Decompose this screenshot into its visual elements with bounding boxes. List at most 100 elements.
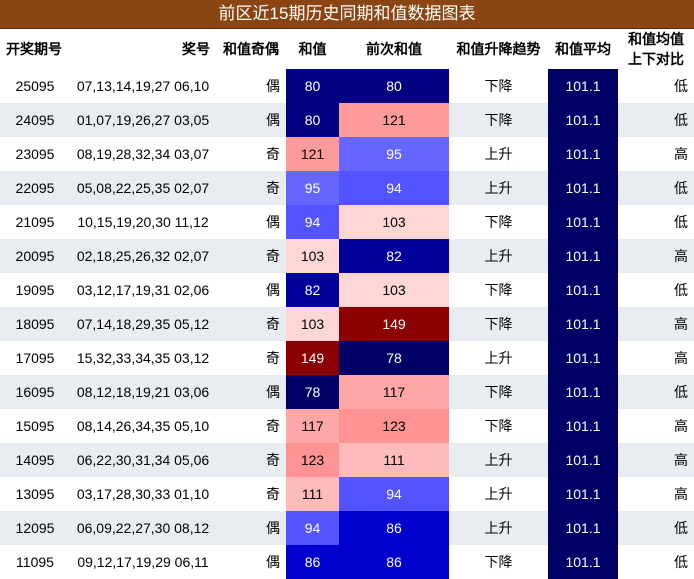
average-cell: 101.1	[548, 409, 618, 443]
header-issue: 开奖期号	[0, 29, 70, 69]
issue-cell: 14095	[0, 443, 70, 477]
prev-sum-cell: 103	[339, 205, 449, 239]
table-row: 22095 05,08,22,25,35 02,07 奇 95 94 上升 101.1 低	[0, 171, 694, 205]
parity-cell: 奇	[216, 341, 286, 375]
trend-cell: 上升	[449, 443, 548, 477]
parity-cell: 偶	[216, 205, 286, 239]
table-row: 16095 08,12,18,19,21 03,06 偶 78 117 下降 101.1 低	[0, 375, 694, 409]
parity-cell: 偶	[216, 69, 286, 103]
table-row: 24095 01,07,19,26,27 03,05 偶 80 121 下降 101.1 低	[0, 103, 694, 137]
compare-cell: 低	[618, 69, 694, 103]
average-cell: 101.1	[548, 171, 618, 205]
sum-cell: 149	[286, 341, 339, 375]
sum-cell: 103	[286, 307, 339, 341]
issue-cell: 18095	[0, 307, 70, 341]
table-row: 17095 15,32,33,34,35 03,12 奇 149 78 上升 101.1 高	[0, 341, 694, 375]
prev-sum-cell: 94	[339, 171, 449, 205]
sum-cell: 94	[286, 511, 339, 545]
sum-cell: 95	[286, 171, 339, 205]
parity-cell: 偶	[216, 103, 286, 137]
trend-cell: 上升	[449, 239, 548, 273]
compare-cell: 低	[618, 511, 694, 545]
parity-cell: 奇	[216, 307, 286, 341]
sum-cell: 80	[286, 69, 339, 103]
header-compare: 和值均值上下对比	[618, 29, 694, 69]
average-cell: 101.1	[548, 69, 618, 103]
compare-cell: 高	[618, 239, 694, 273]
compare-cell: 低	[618, 273, 694, 307]
sum-cell: 103	[286, 239, 339, 273]
table-row: 14095 06,22,30,31,34 05,06 奇 123 111 上升 101.1 高	[0, 443, 694, 477]
average-cell: 101.1	[548, 137, 618, 171]
numbers-cell: 03,12,17,19,31 02,06	[70, 273, 216, 307]
table-row: 15095 08,14,26,34,35 05,10 奇 117 123 下降 101.1 高	[0, 409, 694, 443]
table-row: 21095 10,15,19,20,30 11,12 偶 94 103 下降 101.1 低	[0, 205, 694, 239]
issue-cell: 23095	[0, 137, 70, 171]
parity-cell: 偶	[216, 375, 286, 409]
issue-cell: 12095	[0, 511, 70, 545]
issue-cell: 25095	[0, 69, 70, 103]
table-row: 13095 03,17,28,30,33 01,10 奇 111 94 上升 101.1 高	[0, 477, 694, 511]
trend-cell: 下降	[449, 273, 548, 307]
average-cell: 101.1	[548, 443, 618, 477]
compare-cell: 高	[618, 137, 694, 171]
header-prev-sum: 前次和值	[339, 29, 449, 69]
trend-cell: 上升	[449, 511, 548, 545]
issue-cell: 19095	[0, 273, 70, 307]
parity-cell: 奇	[216, 137, 286, 171]
prev-sum-cell: 86	[339, 511, 449, 545]
sum-cell: 121	[286, 137, 339, 171]
prev-sum-cell: 94	[339, 477, 449, 511]
average-cell: 101.1	[548, 341, 618, 375]
compare-cell: 高	[618, 409, 694, 443]
table-row: 20095 02,18,25,26,32 02,07 奇 103 82 上升 101.1 高	[0, 239, 694, 273]
compare-cell: 低	[618, 205, 694, 239]
compare-cell: 低	[618, 171, 694, 205]
prev-sum-cell: 103	[339, 273, 449, 307]
compare-cell: 高	[618, 341, 694, 375]
parity-cell: 偶	[216, 273, 286, 307]
issue-cell: 24095	[0, 103, 70, 137]
parity-cell: 奇	[216, 409, 286, 443]
sum-cell: 117	[286, 409, 339, 443]
numbers-cell: 07,14,18,29,35 05,12	[70, 307, 216, 341]
numbers-cell: 02,18,25,26,32 02,07	[70, 239, 216, 273]
average-cell: 101.1	[548, 205, 618, 239]
parity-cell: 奇	[216, 443, 286, 477]
compare-cell: 低	[618, 375, 694, 409]
prev-sum-cell: 82	[339, 239, 449, 273]
prev-sum-cell: 95	[339, 137, 449, 171]
numbers-cell: 08,12,18,19,21 03,06	[70, 375, 216, 409]
issue-cell: 17095	[0, 341, 70, 375]
compare-cell: 高	[618, 307, 694, 341]
parity-cell: 奇	[216, 477, 286, 511]
table-row: 23095 08,19,28,32,34 03,07 奇 121 95 上升 101.1 高	[0, 137, 694, 171]
prev-sum-cell: 149	[339, 307, 449, 341]
average-cell: 101.1	[548, 477, 618, 511]
numbers-cell: 15,32,33,34,35 03,12	[70, 341, 216, 375]
sum-cell: 82	[286, 273, 339, 307]
table-row: 25095 07,13,14,19,27 06,10 偶 80 80 下降 101.1 低	[0, 69, 694, 103]
table-row: 12095 06,09,22,27,30 08,12 偶 94 86 上升 101.1 低	[0, 511, 694, 545]
prev-sum-cell: 123	[339, 409, 449, 443]
numbers-cell: 06,09,22,27,30 08,12	[70, 511, 216, 545]
issue-cell: 21095	[0, 205, 70, 239]
table-row: 18095 07,14,18,29,35 05,12 奇 103 149 下降 101.1 高	[0, 307, 694, 341]
trend-cell: 上升	[449, 137, 548, 171]
issue-cell: 22095	[0, 171, 70, 205]
parity-cell: 偶	[216, 511, 286, 545]
trend-cell: 下降	[449, 103, 548, 137]
average-cell: 101.1	[548, 307, 618, 341]
numbers-cell: 10,15,19,20,30 11,12	[70, 205, 216, 239]
average-cell: 101.1	[548, 273, 618, 307]
issue-cell: 13095	[0, 477, 70, 511]
header-sum: 和值	[286, 29, 339, 69]
header-numbers: 奖号	[70, 29, 216, 69]
prev-sum-cell: 121	[339, 103, 449, 137]
chart-title: 前区近15期历史同期和值数据图表	[0, 0, 694, 29]
compare-cell: 低	[618, 103, 694, 137]
prev-sum-cell: 111	[339, 443, 449, 477]
sum-cell: 78	[286, 375, 339, 409]
parity-cell: 奇	[216, 239, 286, 273]
average-cell: 101.1	[548, 103, 618, 137]
